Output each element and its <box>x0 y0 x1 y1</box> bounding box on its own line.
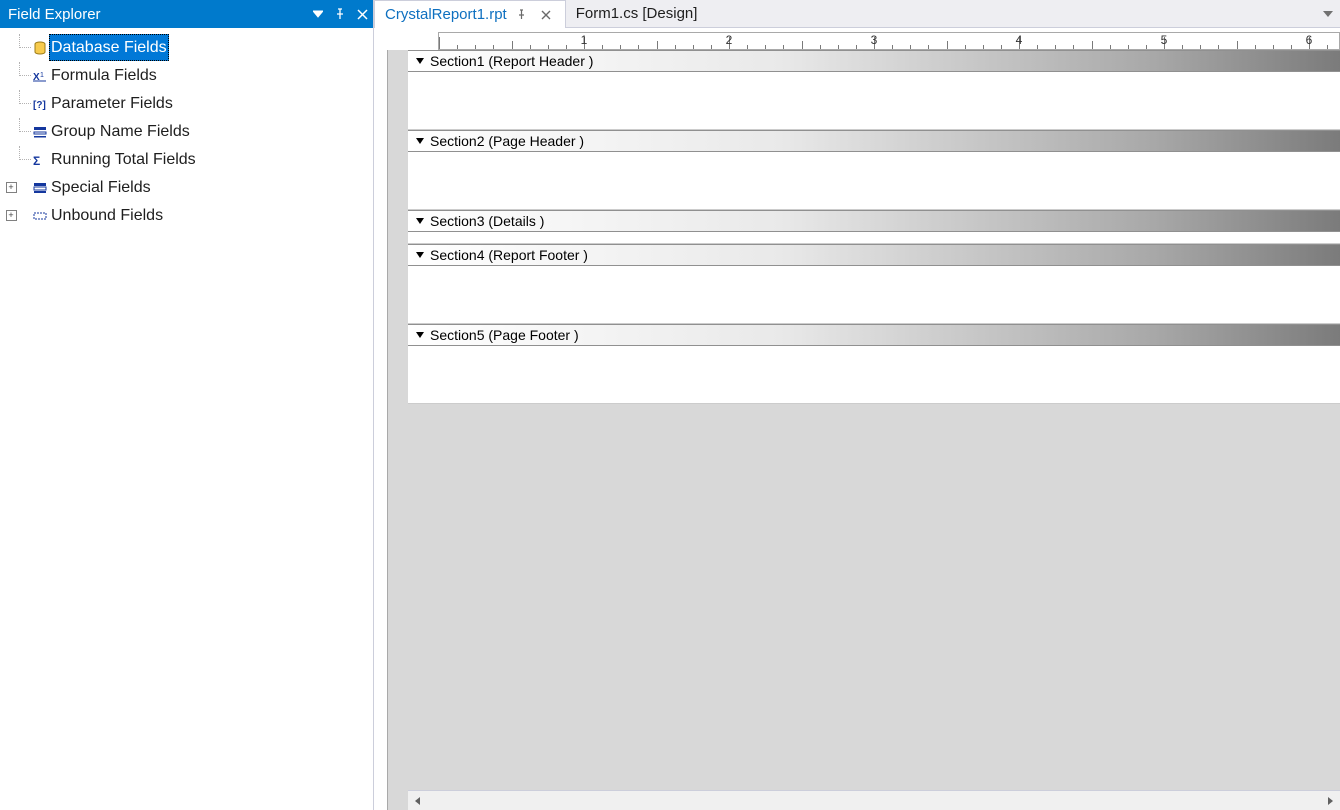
field-explorer-header: Field Explorer <box>0 0 373 28</box>
tab-label: CrystalReport1.rpt <box>385 6 507 23</box>
field-explorer-panel: Field Explorer Database Fields <box>0 0 374 810</box>
active-files-menu-button[interactable] <box>1316 0 1340 27</box>
tree-item-label: Formula Fields <box>49 62 159 89</box>
tree-item-label: Unbound Fields <box>49 202 165 229</box>
ruler-number: 2 <box>726 33 733 47</box>
report-design-surface: Section1 (Report Header ) Section2 (Page… <box>378 50 1340 810</box>
tree-item-label: Group Name Fields <box>49 118 192 145</box>
scroll-right-icon[interactable] <box>1320 791 1340 810</box>
tree-item-formula-fields[interactable]: X1 Formula Fields <box>4 62 369 89</box>
vertical-ruler[interactable] <box>378 50 388 810</box>
report-section: Section5 (Page Footer ) <box>408 324 1340 404</box>
section-header[interactable]: Section5 (Page Footer ) <box>408 324 1340 346</box>
section-header[interactable]: Section1 (Report Header ) <box>408 50 1340 72</box>
tab-form1-design[interactable]: Form1.cs [Design] <box>566 0 708 27</box>
scroll-left-icon[interactable] <box>408 791 428 810</box>
svg-text:1: 1 <box>40 72 44 79</box>
section-body[interactable] <box>408 72 1340 130</box>
chevron-down-icon[interactable] <box>414 55 426 67</box>
document-tabstrip: CrystalReport1.rpt Form1.cs [Design] <box>374 0 1340 28</box>
tree-item-parameter-fields[interactable]: [?] Parameter Fields <box>4 90 369 117</box>
section-body[interactable] <box>408 152 1340 210</box>
report-section: Section4 (Report Footer ) <box>408 244 1340 324</box>
ruler-number: 4 <box>1016 33 1023 47</box>
section-label: Section5 (Page Footer ) <box>430 327 579 343</box>
section-label: Section4 (Report Footer ) <box>430 247 588 263</box>
tab-crystal-report[interactable]: CrystalReport1.rpt <box>374 0 566 28</box>
field-explorer-tree: Database Fields X1 Formula Fields [?] Pa… <box>0 28 373 236</box>
ruler-number: 1 <box>581 33 588 47</box>
pin-tab-icon[interactable] <box>513 6 531 24</box>
section-body[interactable] <box>408 266 1340 324</box>
report-canvas[interactable]: Section1 (Report Header ) Section2 (Page… <box>408 50 1340 790</box>
chevron-down-icon[interactable] <box>414 135 426 147</box>
close-icon[interactable] <box>351 0 373 28</box>
editor-area: CrystalReport1.rpt Form1.cs [Design] 1 2 3… <box>374 0 1340 810</box>
tree-item-label: Parameter Fields <box>49 90 175 117</box>
parameter-icon: [?] <box>32 96 48 112</box>
tab-label: Form1.cs [Design] <box>576 5 698 22</box>
panel-options-button[interactable] <box>307 0 329 28</box>
section-header[interactable]: Section2 (Page Header ) <box>408 130 1340 152</box>
ruler-number: 3 <box>871 33 878 47</box>
svg-text:[?]: [?] <box>33 100 46 110</box>
tree-item-label: Running Total Fields <box>49 146 198 173</box>
section-body[interactable] <box>408 232 1340 244</box>
chevron-down-icon[interactable] <box>414 329 426 341</box>
report-section: Section1 (Report Header ) <box>408 50 1340 130</box>
tree-item-group-name-fields[interactable]: Group Name Fields <box>4 118 369 145</box>
database-icon <box>32 40 48 56</box>
unbound-icon <box>32 208 48 224</box>
pin-icon[interactable] <box>329 0 351 28</box>
running-total-icon: Σ <box>32 152 48 168</box>
tree-item-special-fields[interactable]: + Special Fields <box>4 174 369 201</box>
chevron-down-icon[interactable] <box>414 215 426 227</box>
report-section: Section2 (Page Header ) <box>408 130 1340 210</box>
section-label: Section2 (Page Header ) <box>430 133 584 149</box>
field-explorer-title: Field Explorer <box>8 6 307 23</box>
chevron-down-icon[interactable] <box>414 249 426 261</box>
tree-item-label: Special Fields <box>49 174 153 201</box>
tree-expander[interactable]: + <box>4 182 18 193</box>
section-header[interactable]: Section3 (Details ) <box>408 210 1340 232</box>
tree-item-database-fields[interactable]: Database Fields <box>4 34 369 61</box>
report-section: Section3 (Details ) <box>408 210 1340 244</box>
ruler-number: 5 <box>1161 33 1168 47</box>
section-header[interactable]: Section4 (Report Footer ) <box>408 244 1340 266</box>
horizontal-scrollbar[interactable] <box>408 790 1340 810</box>
svg-text:Σ: Σ <box>33 154 40 166</box>
section-body[interactable] <box>408 346 1340 404</box>
tree-item-label: Database Fields <box>49 34 169 61</box>
ruler-number: 6 <box>1306 33 1313 47</box>
horizontal-ruler[interactable]: 1 2 3 4 5 6 <box>438 32 1340 50</box>
tree-expander[interactable]: + <box>4 210 18 221</box>
section-label: Section1 (Report Header ) <box>430 53 593 69</box>
tree-item-unbound-fields[interactable]: + Unbound Fields <box>4 202 369 229</box>
special-icon <box>32 180 48 196</box>
formula-icon: X1 <box>32 68 48 84</box>
group-name-icon <box>32 124 48 140</box>
tree-item-running-total-fields[interactable]: Σ Running Total Fields <box>4 146 369 173</box>
close-tab-icon[interactable] <box>537 6 555 24</box>
section-label: Section3 (Details ) <box>430 213 544 229</box>
